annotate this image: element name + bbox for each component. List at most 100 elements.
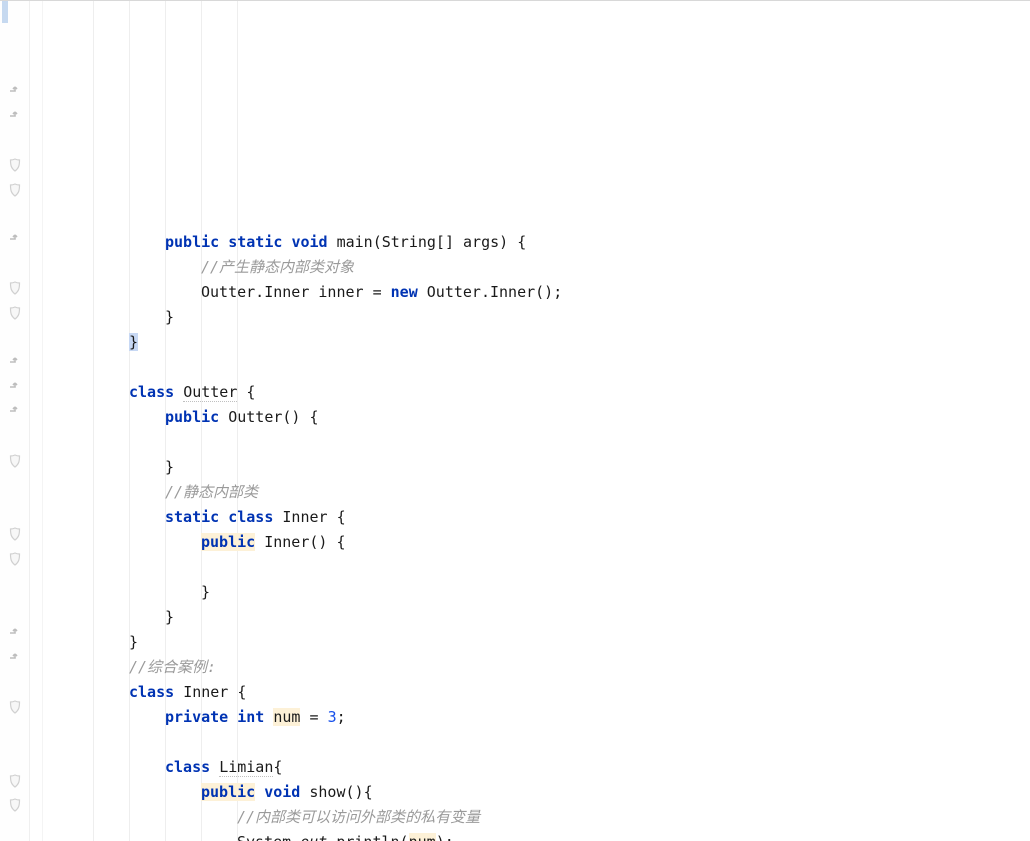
token-punct: { bbox=[517, 233, 526, 251]
code-line[interactable]: class Outter { bbox=[43, 380, 1030, 405]
token-kw: void bbox=[264, 783, 300, 801]
gutter-blank bbox=[0, 596, 29, 621]
token-punct: } bbox=[201, 583, 210, 601]
code-line[interactable] bbox=[43, 730, 1030, 755]
code-line[interactable]: } bbox=[43, 605, 1030, 630]
token-punct: { bbox=[364, 783, 373, 801]
token-paren: () bbox=[309, 533, 327, 551]
token-ident: Inner bbox=[183, 683, 228, 701]
token-ident: num bbox=[409, 833, 436, 841]
token-kw: class bbox=[129, 683, 174, 701]
code-line[interactable]: private int num = 3; bbox=[43, 705, 1030, 730]
gutter-blank bbox=[0, 719, 29, 744]
inspection-icon[interactable] bbox=[0, 301, 29, 326]
code-line[interactable]: public Inner() { bbox=[43, 530, 1030, 555]
code-line[interactable]: } bbox=[43, 630, 1030, 655]
token-fn: show bbox=[309, 783, 345, 801]
token-kw: public bbox=[201, 783, 255, 801]
fold-end-icon[interactable] bbox=[0, 645, 29, 670]
code-line[interactable] bbox=[43, 555, 1030, 580]
code-line[interactable]: } bbox=[43, 580, 1030, 605]
token-ident: Outter.Inner(); bbox=[427, 283, 562, 301]
fold-end-icon[interactable] bbox=[0, 227, 29, 252]
token-kw: public bbox=[165, 233, 219, 251]
editor-gutter[interactable] bbox=[0, 1, 30, 841]
token-kw: public bbox=[201, 533, 255, 551]
code-line[interactable]: public static void main(String[] args) { bbox=[43, 230, 1030, 255]
inspection-icon[interactable] bbox=[0, 547, 29, 572]
scroll-indicator bbox=[2, 1, 8, 23]
code-line[interactable]: //综合案例: bbox=[43, 655, 1030, 680]
token-kw: static bbox=[165, 508, 219, 526]
fold-end-icon[interactable] bbox=[0, 350, 29, 375]
code-line[interactable]: static class Inner { bbox=[43, 505, 1030, 530]
fold-strip[interactable] bbox=[30, 1, 43, 841]
token-cmt: //静态内部类 bbox=[165, 483, 258, 501]
code-line[interactable]: } bbox=[43, 330, 1030, 355]
token-decl: Limian bbox=[219, 758, 273, 777]
inspection-icon[interactable] bbox=[0, 177, 29, 202]
fold-end-icon[interactable] bbox=[0, 374, 29, 399]
code-line[interactable]: //静态内部类 bbox=[43, 480, 1030, 505]
gutter-blank bbox=[0, 202, 29, 227]
token-punct: } bbox=[165, 458, 174, 476]
token-punct: { bbox=[237, 683, 246, 701]
token-fn: main bbox=[337, 233, 373, 251]
token-ident: Outter.Inner inner = bbox=[201, 283, 391, 301]
token-punct: } bbox=[165, 308, 174, 326]
token-ident: .println( bbox=[327, 833, 408, 841]
token-kw: class bbox=[228, 508, 273, 526]
gutter-blank bbox=[0, 670, 29, 695]
gutter-blank bbox=[0, 473, 29, 498]
inspection-icon[interactable] bbox=[0, 695, 29, 720]
token-kw: new bbox=[391, 283, 418, 301]
fold-end-icon[interactable] bbox=[0, 399, 29, 424]
code-editor[interactable]: public static void main(String[] args) {… bbox=[0, 0, 1030, 841]
token-punct: { bbox=[246, 383, 255, 401]
token-paren: () bbox=[346, 783, 364, 801]
token-kw: class bbox=[129, 383, 174, 401]
token-cmt: //内部类可以访问外部类的私有变量 bbox=[237, 808, 480, 826]
fold-end-icon[interactable] bbox=[0, 79, 29, 104]
token-ident: = bbox=[300, 708, 327, 726]
code-line[interactable]: public void show(){ bbox=[43, 780, 1030, 805]
inspection-icon[interactable] bbox=[0, 153, 29, 178]
token-ident: Inner bbox=[282, 508, 327, 526]
code-line[interactable]: Outter.Inner inner = new Outter.Inner(); bbox=[43, 280, 1030, 305]
token-paren: ) bbox=[499, 233, 508, 251]
code-line[interactable] bbox=[43, 355, 1030, 380]
inspection-icon[interactable] bbox=[0, 276, 29, 301]
gutter-blank bbox=[0, 571, 29, 596]
inspection-icon[interactable] bbox=[0, 448, 29, 473]
code-area[interactable]: public static void main(String[] args) {… bbox=[43, 1, 1030, 841]
token-ident: String[] args bbox=[382, 233, 499, 251]
code-line[interactable]: //内部类可以访问外部类的私有变量 bbox=[43, 805, 1030, 830]
token-ident: System. bbox=[237, 833, 300, 841]
gutter-blank bbox=[0, 128, 29, 153]
token-kw: public bbox=[165, 408, 219, 426]
token-static: out bbox=[300, 833, 327, 841]
token-punct: { bbox=[336, 533, 345, 551]
token-num: 3 bbox=[328, 708, 337, 726]
inspection-icon[interactable] bbox=[0, 768, 29, 793]
token-paren: ( bbox=[373, 233, 382, 251]
token-ident: ); bbox=[436, 833, 454, 841]
gutter-blank bbox=[0, 251, 29, 276]
code-line[interactable]: class Inner { bbox=[43, 680, 1030, 705]
inspection-icon[interactable] bbox=[0, 793, 29, 818]
token-ident: num bbox=[273, 708, 300, 726]
code-line[interactable]: class Limian{ bbox=[43, 755, 1030, 780]
code-line[interactable]: } bbox=[43, 455, 1030, 480]
code-line[interactable]: } bbox=[43, 305, 1030, 330]
code-line[interactable]: //产生静态内部类对象 bbox=[43, 255, 1030, 280]
token-decl: Outter bbox=[183, 383, 237, 402]
inspection-icon[interactable] bbox=[0, 522, 29, 547]
fold-end-icon[interactable] bbox=[0, 104, 29, 129]
token-fn: Outter bbox=[228, 408, 282, 426]
code-line[interactable]: public Outter() { bbox=[43, 405, 1030, 430]
token-punct: } bbox=[129, 333, 138, 351]
code-line[interactable] bbox=[43, 430, 1030, 455]
fold-end-icon[interactable] bbox=[0, 621, 29, 646]
token-punct: } bbox=[165, 608, 174, 626]
code-line[interactable]: System.out.println(num); bbox=[43, 830, 1030, 841]
